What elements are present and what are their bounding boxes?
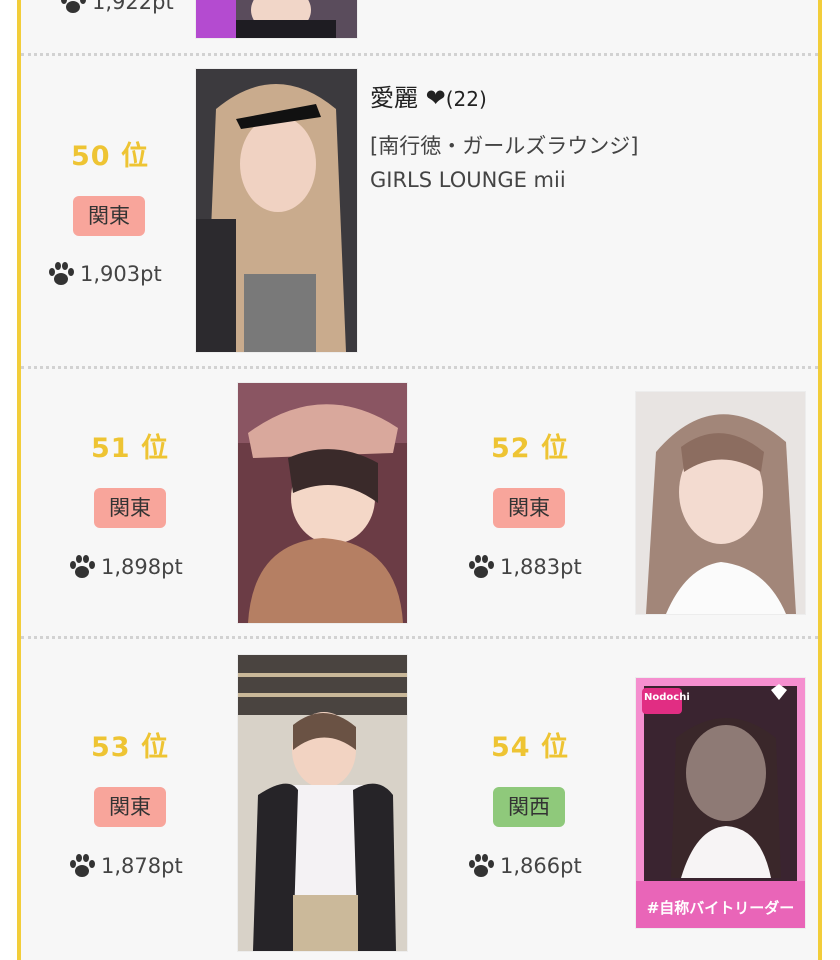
points-54: 1,866pt (466, 852, 582, 880)
points-53: 1,878pt (67, 852, 183, 880)
photo-rank-51[interactable] (238, 383, 407, 623)
paw-icon (61, 0, 86, 13)
photo-rank-52[interactable] (636, 392, 805, 614)
paw-icon (70, 854, 95, 877)
row-separator (21, 636, 818, 639)
points-51: 1,898pt (67, 553, 183, 581)
region-badge: 関東 (73, 196, 145, 236)
store-name[interactable]: GIRLS LOUNGE mii (370, 168, 566, 192)
rank-53: 53 位 (91, 732, 169, 763)
region-badge: 関西 (493, 787, 565, 827)
rank-52: 52 位 (491, 433, 569, 464)
panel-border-left (17, 0, 21, 960)
photo-rank-53[interactable] (238, 655, 407, 951)
cast-name[interactable]: 愛麗 ❤(22) (370, 78, 487, 113)
store-location: [南行徳・ガールズラウンジ] (370, 134, 639, 158)
row-separator (21, 53, 818, 56)
paw-icon (70, 555, 95, 578)
region-badge: 関東 (94, 787, 166, 827)
region-badge: 関東 (493, 488, 565, 528)
panel-border-right (818, 0, 822, 960)
points-49: 1,922pt (58, 0, 174, 16)
ranking-page: 1,922pt 50 位 関東 1,903pt 愛麗 ❤(22) [南行徳・ガー… (0, 0, 840, 960)
rank-50: 50 位 (71, 141, 149, 172)
rank-51: 51 位 (91, 433, 169, 464)
photo-rank-49[interactable] (196, 0, 357, 38)
paw-icon (469, 555, 494, 578)
photo-badge: Nodochi (644, 692, 690, 703)
paw-icon (469, 854, 494, 877)
photo-caption: #自称バイトリーダー (646, 899, 795, 917)
rank-54: 54 位 (491, 732, 569, 763)
paw-icon (49, 262, 74, 285)
photo-rank-54[interactable]: Nodochi #自称バイトリーダー (636, 678, 805, 928)
points-52: 1,883pt (466, 553, 582, 581)
row-separator (21, 366, 818, 369)
photo-rank-50[interactable] (196, 69, 357, 352)
points-50: 1,903pt (46, 260, 162, 288)
region-badge: 関東 (94, 488, 166, 528)
